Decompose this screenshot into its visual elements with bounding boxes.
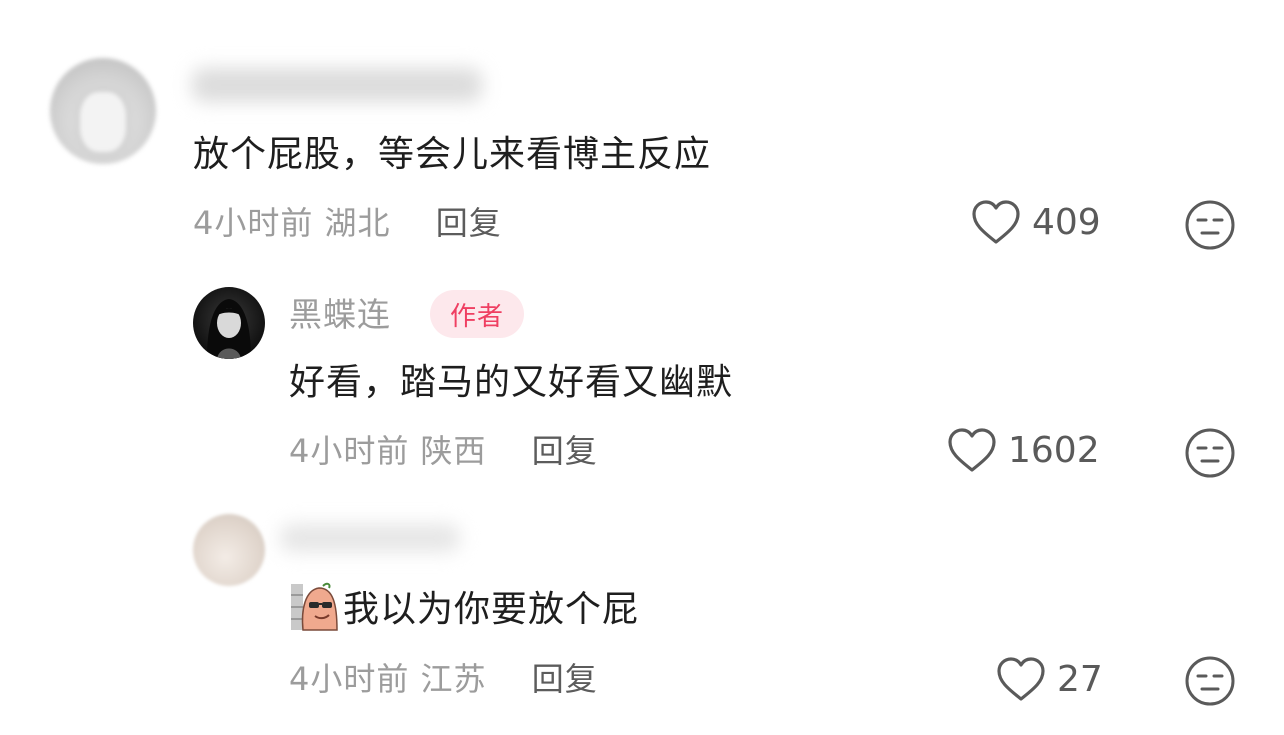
comment-meta: 4小时前 江苏 回复: [289, 657, 598, 701]
comment-time: 4小时前: [193, 204, 314, 242]
avatar-illustration: [207, 299, 251, 359]
reply-button[interactable]: 回复: [532, 660, 598, 698]
sticker-emoji-icon: [291, 582, 338, 631]
author-name[interactable]: 黑蝶连: [289, 292, 391, 338]
neutral-face-icon[interactable]: [1184, 427, 1236, 479]
comment-location: 湖北: [324, 204, 391, 242]
neutral-face-icon[interactable]: [1184, 655, 1236, 707]
avatar[interactable]: [50, 58, 156, 164]
comment-location: 陕西: [420, 432, 487, 470]
neutral-face-icon[interactable]: [1184, 199, 1236, 251]
heart-icon: [948, 428, 996, 472]
like-button[interactable]: 1602: [946, 426, 1100, 474]
like-count: 409: [1032, 201, 1101, 243]
comment-meta: 4小时前 湖北 回复: [193, 201, 502, 245]
comment-text: 放个屁股，等会儿来看博主反应: [193, 134, 712, 175]
avatar[interactable]: [193, 514, 265, 586]
comment-time: 4小时前: [289, 660, 410, 698]
comment-text: 好看，踏马的又好看又幽默: [289, 362, 734, 403]
like-button[interactable]: 409: [970, 198, 1101, 246]
comment-location: 江苏: [420, 660, 487, 698]
comment-text: 我以为你要放个屁: [343, 589, 640, 630]
like-count: 27: [1057, 658, 1103, 700]
comment-meta: 4小时前 陕西 回复: [289, 429, 598, 473]
avatar[interactable]: [193, 287, 265, 359]
heart-icon: [997, 657, 1045, 701]
username-blurred[interactable]: [280, 524, 460, 552]
like-button[interactable]: 27: [995, 655, 1103, 703]
like-count: 1602: [1008, 429, 1100, 471]
reply-button[interactable]: 回复: [436, 204, 502, 242]
comment-time: 4小时前: [289, 432, 410, 470]
author-badge: 作者: [430, 290, 524, 338]
reply-button[interactable]: 回复: [532, 432, 598, 470]
heart-icon: [972, 200, 1020, 244]
username-blurred[interactable]: [192, 68, 482, 102]
